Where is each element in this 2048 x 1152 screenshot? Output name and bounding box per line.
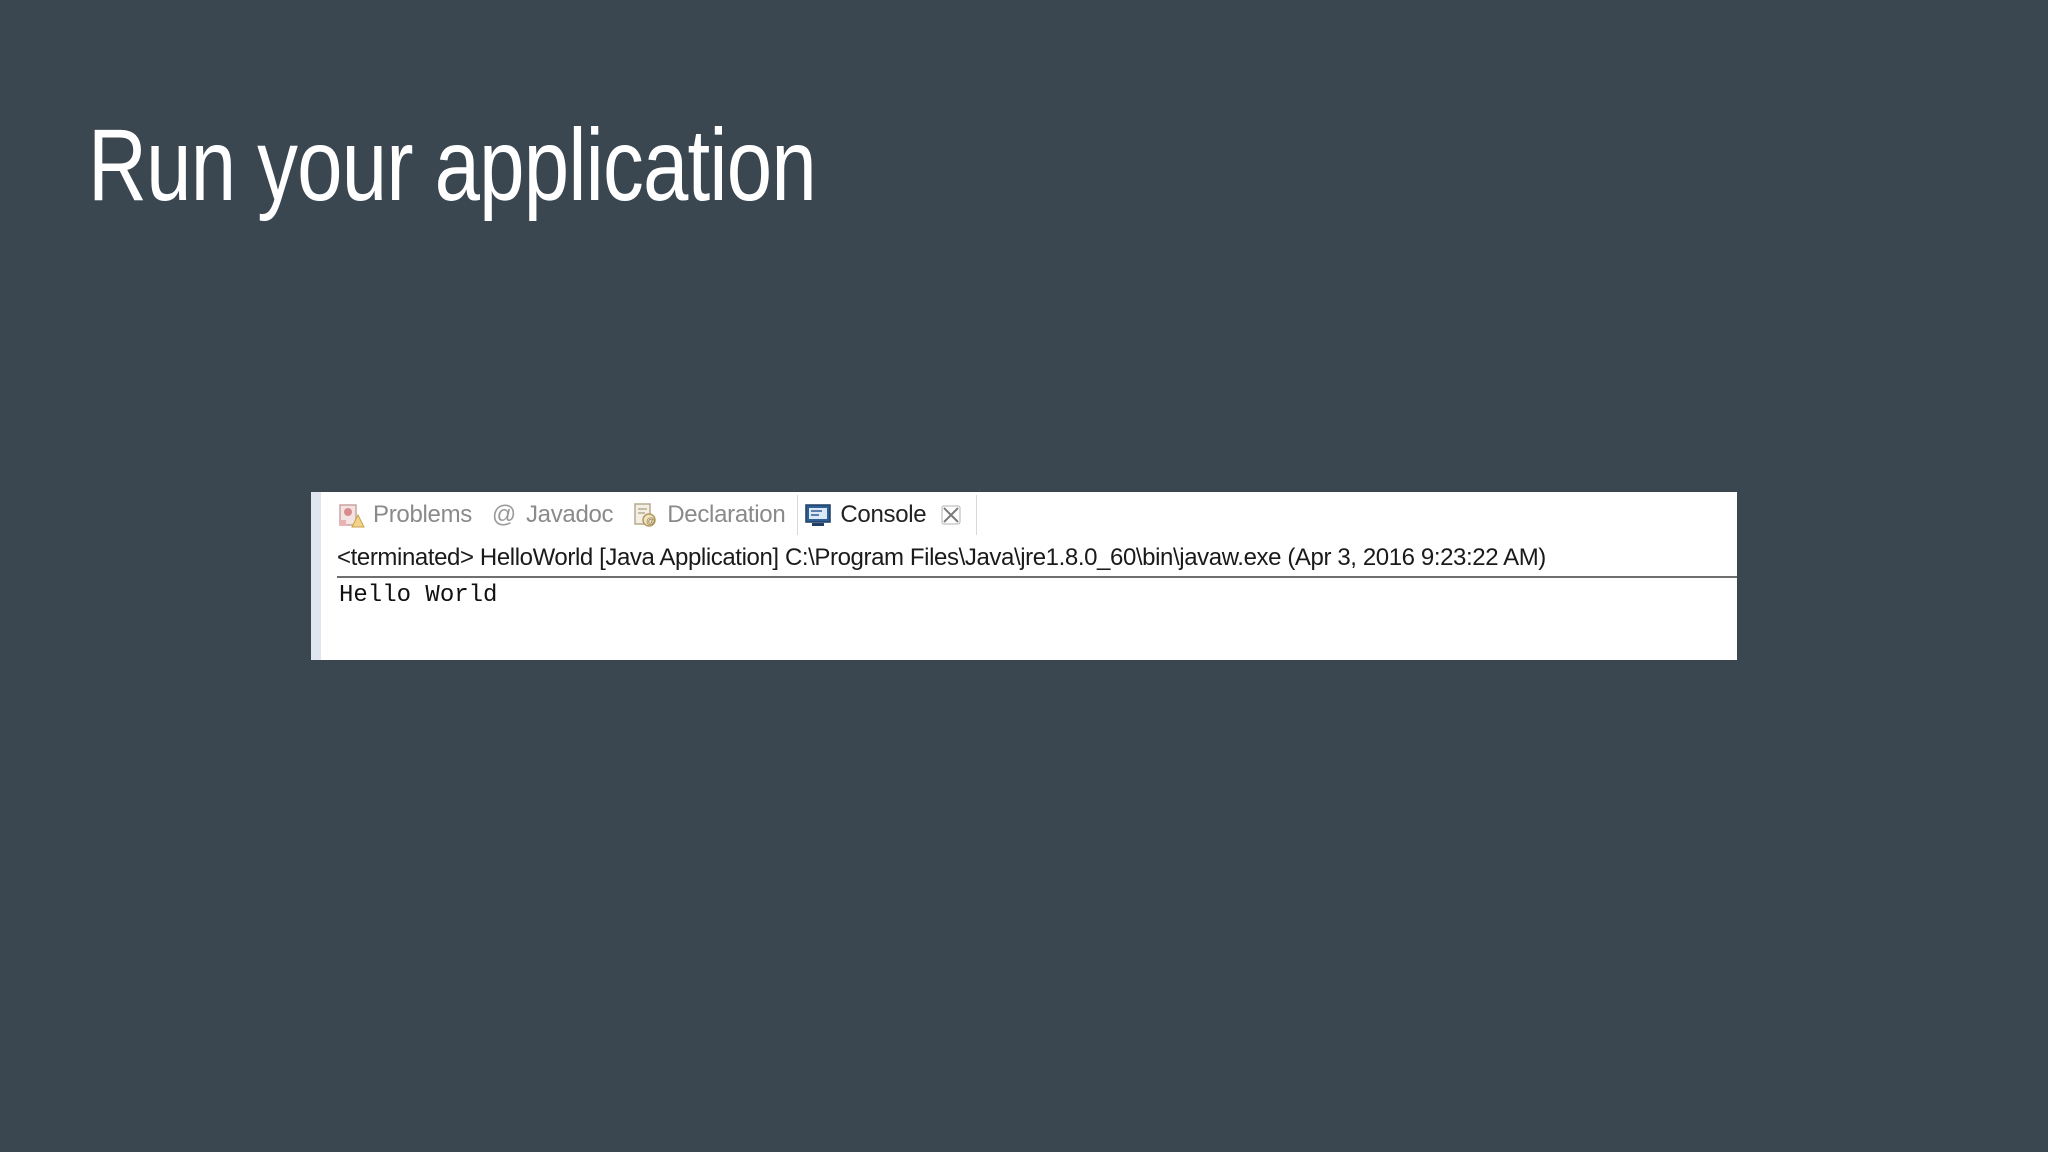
tab-javadoc[interactable]: @ Javadoc <box>484 495 625 535</box>
problems-icon <box>337 501 365 529</box>
slide-title: Run your application <box>88 108 817 222</box>
tab-problems[interactable]: Problems <box>331 495 484 535</box>
view-left-edge <box>311 492 321 660</box>
tab-console-label: Console <box>840 501 927 528</box>
tab-problems-label: Problems <box>373 501 472 528</box>
javadoc-at-icon: @ <box>491 501 516 528</box>
tab-declaration[interactable]: @ Declaration <box>625 495 797 535</box>
svg-text:@: @ <box>646 516 655 526</box>
tab-console[interactable]: Console <box>797 495 978 535</box>
console-output-text[interactable]: Hello World <box>339 582 497 609</box>
console-icon <box>804 501 832 529</box>
declaration-icon: @ <box>631 501 659 529</box>
tab-javadoc-label: Javadoc <box>525 501 614 528</box>
tab-declaration-label: Declaration <box>667 501 786 528</box>
status-separator <box>337 576 1737 578</box>
console-view-screenshot: Problems @ Javadoc @ Declaration Console… <box>311 492 1737 660</box>
view-tab-bar: Problems @ Javadoc @ Declaration Console <box>331 492 978 538</box>
launch-status-line: <terminated> HelloWorld [Java Applicatio… <box>337 544 1546 571</box>
close-icon[interactable] <box>940 504 962 526</box>
